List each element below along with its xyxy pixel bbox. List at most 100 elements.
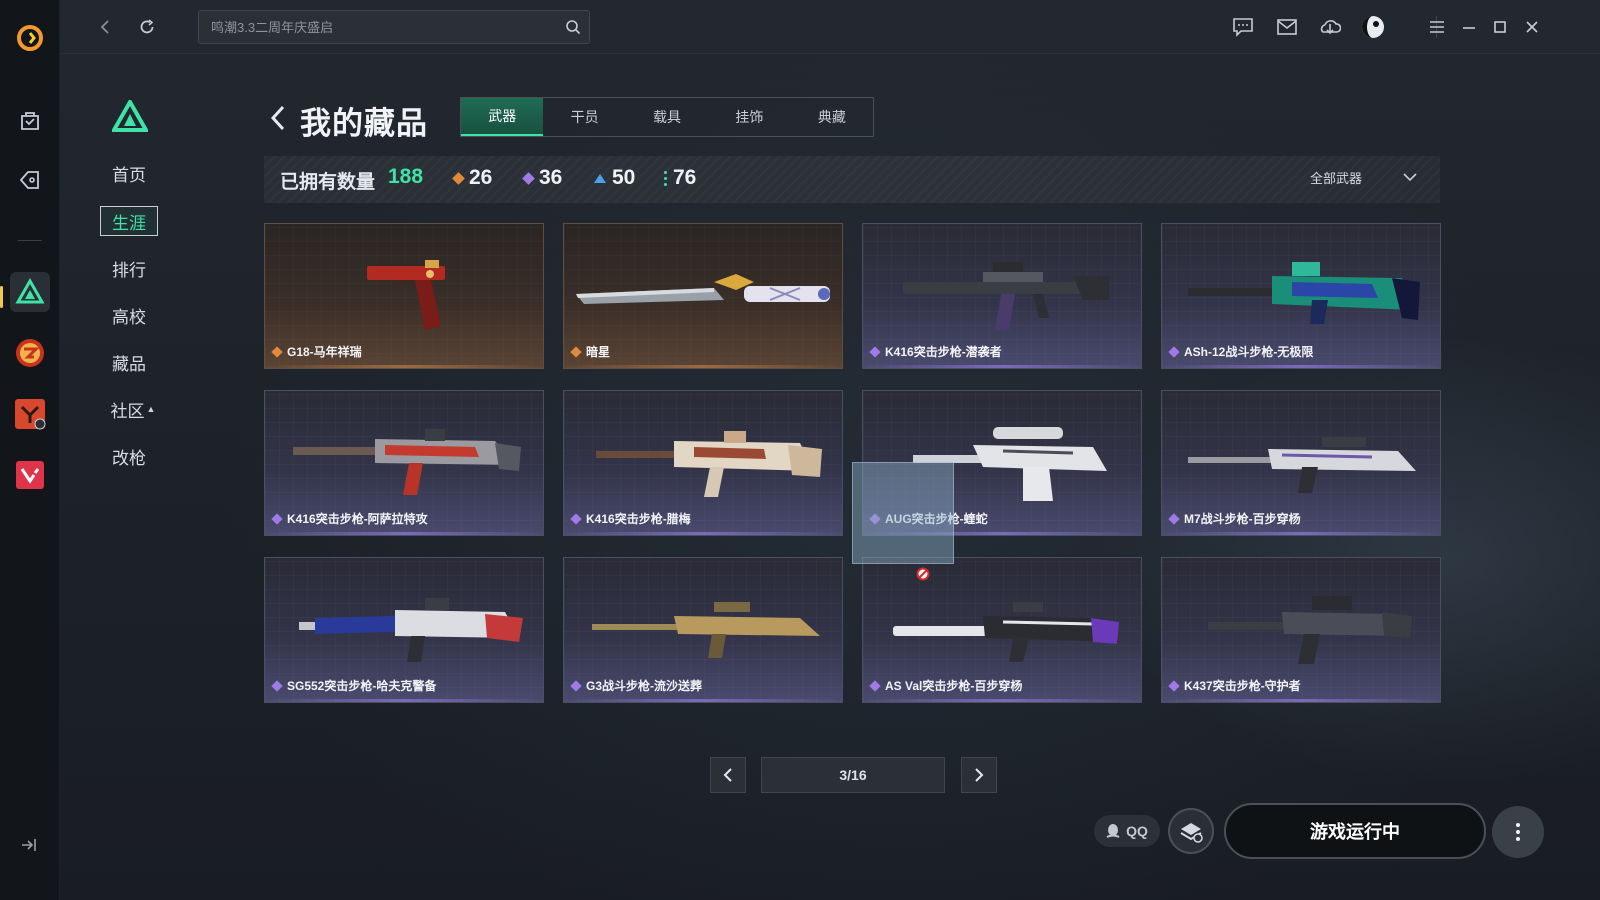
- nav-career[interactable]: 生涯: [100, 206, 158, 236]
- search-input[interactable]: [199, 11, 559, 43]
- back-nav-icon[interactable]: [92, 14, 118, 40]
- purple-diamond-icon: [271, 512, 283, 525]
- rarity-glow: [1162, 365, 1440, 368]
- card-name: M7战斗步枪-百步穿杨: [1184, 512, 1301, 526]
- tab-vehicles[interactable]: 载具: [626, 98, 708, 136]
- next-page-button[interactable]: [961, 757, 997, 793]
- search-box: [198, 10, 590, 44]
- purple-diamond-icon: [522, 171, 535, 185]
- page-back-icon[interactable]: [268, 104, 288, 137]
- card-title: SG552突击步枪-哈夫克警备: [271, 677, 436, 694]
- card-name: 暗星: [586, 345, 611, 359]
- collection-card[interactable]: M7战斗步枪-百步穿杨: [1161, 390, 1441, 536]
- prev-page-button[interactable]: [710, 757, 746, 793]
- collection-stats-bar: 已拥有数量 188 26 36 50 76 全部武器: [264, 156, 1440, 203]
- qq-label: QQ: [1126, 823, 1148, 839]
- valorant-game-icon[interactable]: [10, 455, 50, 495]
- collection-card[interactable]: G18-马年祥瑞: [264, 223, 544, 369]
- rarity-green-value: 76: [673, 166, 697, 189]
- purple-diamond-icon: [271, 679, 283, 692]
- rarity-glow: [1162, 699, 1440, 702]
- collapse-sidebar-icon[interactable]: [18, 834, 40, 861]
- collection-card[interactable]: 暗星: [563, 223, 843, 369]
- game-running-button[interactable]: 游戏运行中: [1224, 803, 1486, 859]
- nav-ranking[interactable]: 排行: [100, 253, 158, 283]
- download-icon[interactable]: [1317, 14, 1343, 40]
- maximize-icon[interactable]: [1487, 14, 1513, 40]
- collection-card[interactable]: G3战斗步枪-流沙送葬: [563, 557, 843, 703]
- arena-game-icon[interactable]: [10, 394, 50, 434]
- search-icon[interactable]: [565, 19, 581, 40]
- close-icon[interactable]: [1519, 14, 1545, 40]
- filter-label: 全部武器: [1309, 171, 1362, 186]
- nav-collection[interactable]: 藏品: [100, 347, 158, 377]
- card-title: 暗星: [570, 343, 611, 360]
- card-name: K416突击步枪-阿萨拉特攻: [287, 512, 428, 526]
- card-name: G3战斗步枪-流沙送葬: [586, 679, 703, 693]
- tab-charms[interactable]: 挂饰: [708, 98, 790, 136]
- collection-card[interactable]: K416突击步枪-潜袭者: [862, 223, 1142, 369]
- card-title: AUG突击步枪-蝰蛇: [869, 510, 988, 527]
- tab-archive[interactable]: 典藏: [791, 98, 873, 136]
- gold-diamond-icon: [271, 345, 283, 358]
- purple-diamond-icon: [570, 679, 582, 692]
- purple-diamond-icon: [869, 345, 881, 358]
- rarity-green-count: 76: [664, 166, 696, 190]
- rarity-purple-count: 36: [522, 166, 562, 190]
- store-bag-icon[interactable]: [10, 100, 50, 140]
- green-dots-icon: [664, 170, 667, 186]
- card-title: ASh-12战斗步枪-无极限: [1168, 343, 1314, 360]
- nav-community[interactable]: 社区 ▲: [104, 394, 162, 424]
- nav-college[interactable]: 高校: [100, 300, 158, 330]
- gold-diamond-icon: [570, 345, 582, 358]
- page-indicator: 3/16: [761, 757, 945, 793]
- purple-diamond-icon: [1168, 679, 1180, 692]
- mail-icon[interactable]: [1274, 14, 1300, 40]
- collection-card[interactable]: K437突击步枪-守护者: [1161, 557, 1441, 703]
- gold-diamond-icon: [452, 171, 465, 185]
- delta-force-game-icon[interactable]: [10, 272, 50, 312]
- tab-weapons[interactable]: 武器: [461, 98, 544, 136]
- chat-icon[interactable]: [1230, 14, 1256, 40]
- collection-card[interactable]: AS Val突击步枪-百步穿杨: [862, 557, 1142, 703]
- no-entry-cursor-icon: [916, 567, 930, 586]
- rifle-icon: [913, 427, 1107, 501]
- card-name: G18-马年祥瑞: [287, 345, 362, 359]
- qq-account-button[interactable]: QQ: [1094, 815, 1160, 847]
- chevron-right-icon: [975, 768, 984, 782]
- menu-icon[interactable]: [1424, 14, 1450, 40]
- nav-gun-mod[interactable]: 改枪: [100, 441, 158, 471]
- rarity-glow: [564, 365, 842, 368]
- purple-diamond-icon: [869, 512, 881, 525]
- minimize-icon[interactable]: [1456, 14, 1482, 40]
- rarity-glow: [265, 365, 543, 368]
- collection-card[interactable]: AUG突击步枪-蝰蛇: [862, 390, 1142, 536]
- nav-home[interactable]: 首页: [100, 158, 158, 188]
- rifle-icon: [592, 602, 820, 658]
- collection-card[interactable]: K416突击步枪-腊梅: [563, 390, 843, 536]
- avatar[interactable]: [1360, 14, 1386, 40]
- rifle-icon: [1208, 596, 1412, 664]
- gamepad-tag-icon[interactable]: [10, 160, 50, 200]
- collection-card[interactable]: K416突击步枪-阿萨拉特攻: [264, 390, 544, 536]
- weapon-filter-dropdown[interactable]: 全部武器: [1310, 168, 1418, 187]
- chevron-down-icon: [1402, 170, 1418, 185]
- rarity-glow: [863, 699, 1141, 702]
- category-tabs: 武器 干员 载具 挂饰 典藏: [460, 97, 874, 137]
- more-options-button[interactable]: [1492, 806, 1544, 858]
- rarity-glow: [564, 699, 842, 702]
- rifle-icon: [1188, 262, 1420, 324]
- more-vertical-icon: [1516, 823, 1520, 841]
- rifle-icon: [293, 429, 521, 495]
- card-title: K416突击步枪-潜袭者: [869, 343, 1002, 360]
- crossfire-game-icon[interactable]: [10, 333, 50, 373]
- rarity-blue-value: 50: [612, 166, 636, 189]
- owned-count-value: 188: [388, 165, 424, 188]
- tab-operators[interactable]: 干员: [543, 98, 625, 136]
- refresh-icon[interactable]: [134, 14, 160, 40]
- launcher-logo-icon[interactable]: [10, 18, 50, 58]
- collection-card[interactable]: ASh-12战斗步枪-无极限: [1161, 223, 1441, 369]
- accelerator-button[interactable]: [1168, 808, 1214, 854]
- collection-card[interactable]: SG552突击步枪-哈夫克警备: [264, 557, 544, 703]
- card-name: ASh-12战斗步枪-无极限: [1184, 345, 1314, 359]
